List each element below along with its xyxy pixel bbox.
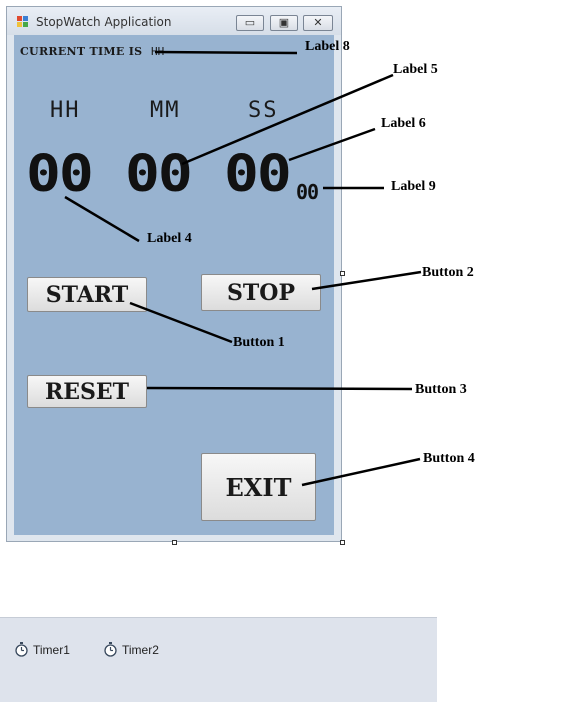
annotation-button2: Button 2 <box>422 265 474 280</box>
timer1-component[interactable]: Timer1 <box>14 642 70 657</box>
minimize-icon: ▭ <box>244 17 256 29</box>
maximize-button[interactable]: ▣ <box>270 15 298 31</box>
annotation-label4: Label 4 <box>147 231 192 246</box>
unit-minutes-label: MM <box>150 98 181 123</box>
milliseconds-display: 00 <box>296 180 319 204</box>
unit-seconds-label: SS <box>248 98 279 123</box>
annotation-label8: Label 8 <box>305 39 350 54</box>
seconds-display: 00 <box>224 143 292 204</box>
resize-handle-corner[interactable] <box>340 540 345 545</box>
timer1-label: Timer1 <box>33 642 70 657</box>
reset-button[interactable]: RESET <box>27 375 147 408</box>
annotation-label6: Label 6 <box>381 116 426 131</box>
current-time-value: HH <box>151 45 165 58</box>
annotation-label9: Label 9 <box>391 179 436 194</box>
maximize-icon: ▣ <box>278 17 290 29</box>
hours-display: 00 <box>26 143 94 204</box>
annotation-button4: Button 4 <box>423 451 475 466</box>
stopwatch-icon <box>104 642 117 657</box>
unit-hours-label: HH <box>50 98 81 123</box>
timer2-label: Timer2 <box>122 642 159 657</box>
current-time-label: CURRENT TIME IS <box>20 45 143 58</box>
exit-button[interactable]: EXIT <box>201 453 316 521</box>
minimize-button[interactable]: ▭ <box>236 15 264 31</box>
close-icon: ✕ <box>313 17 323 29</box>
minutes-display: 00 <box>125 143 193 204</box>
stop-button[interactable]: STOP <box>201 274 321 311</box>
app-icon <box>17 16 29 27</box>
window-title: StopWatch Application <box>36 15 172 29</box>
timer2-component[interactable]: Timer2 <box>103 642 159 657</box>
resize-handle-right[interactable] <box>340 271 345 276</box>
start-button[interactable]: START <box>27 277 147 312</box>
resize-handle-bottom[interactable] <box>172 540 177 545</box>
component-tray: Timer1 Timer2 <box>0 617 437 702</box>
stopwatch-icon <box>15 642 28 657</box>
annotation-button1: Button 1 <box>233 335 285 350</box>
close-button[interactable]: ✕ <box>303 15 333 31</box>
title-bar: StopWatch Application ▭ ▣ ✕ <box>7 7 341 35</box>
annotation-button3: Button 3 <box>415 382 467 397</box>
annotation-label5: Label 5 <box>393 62 438 77</box>
